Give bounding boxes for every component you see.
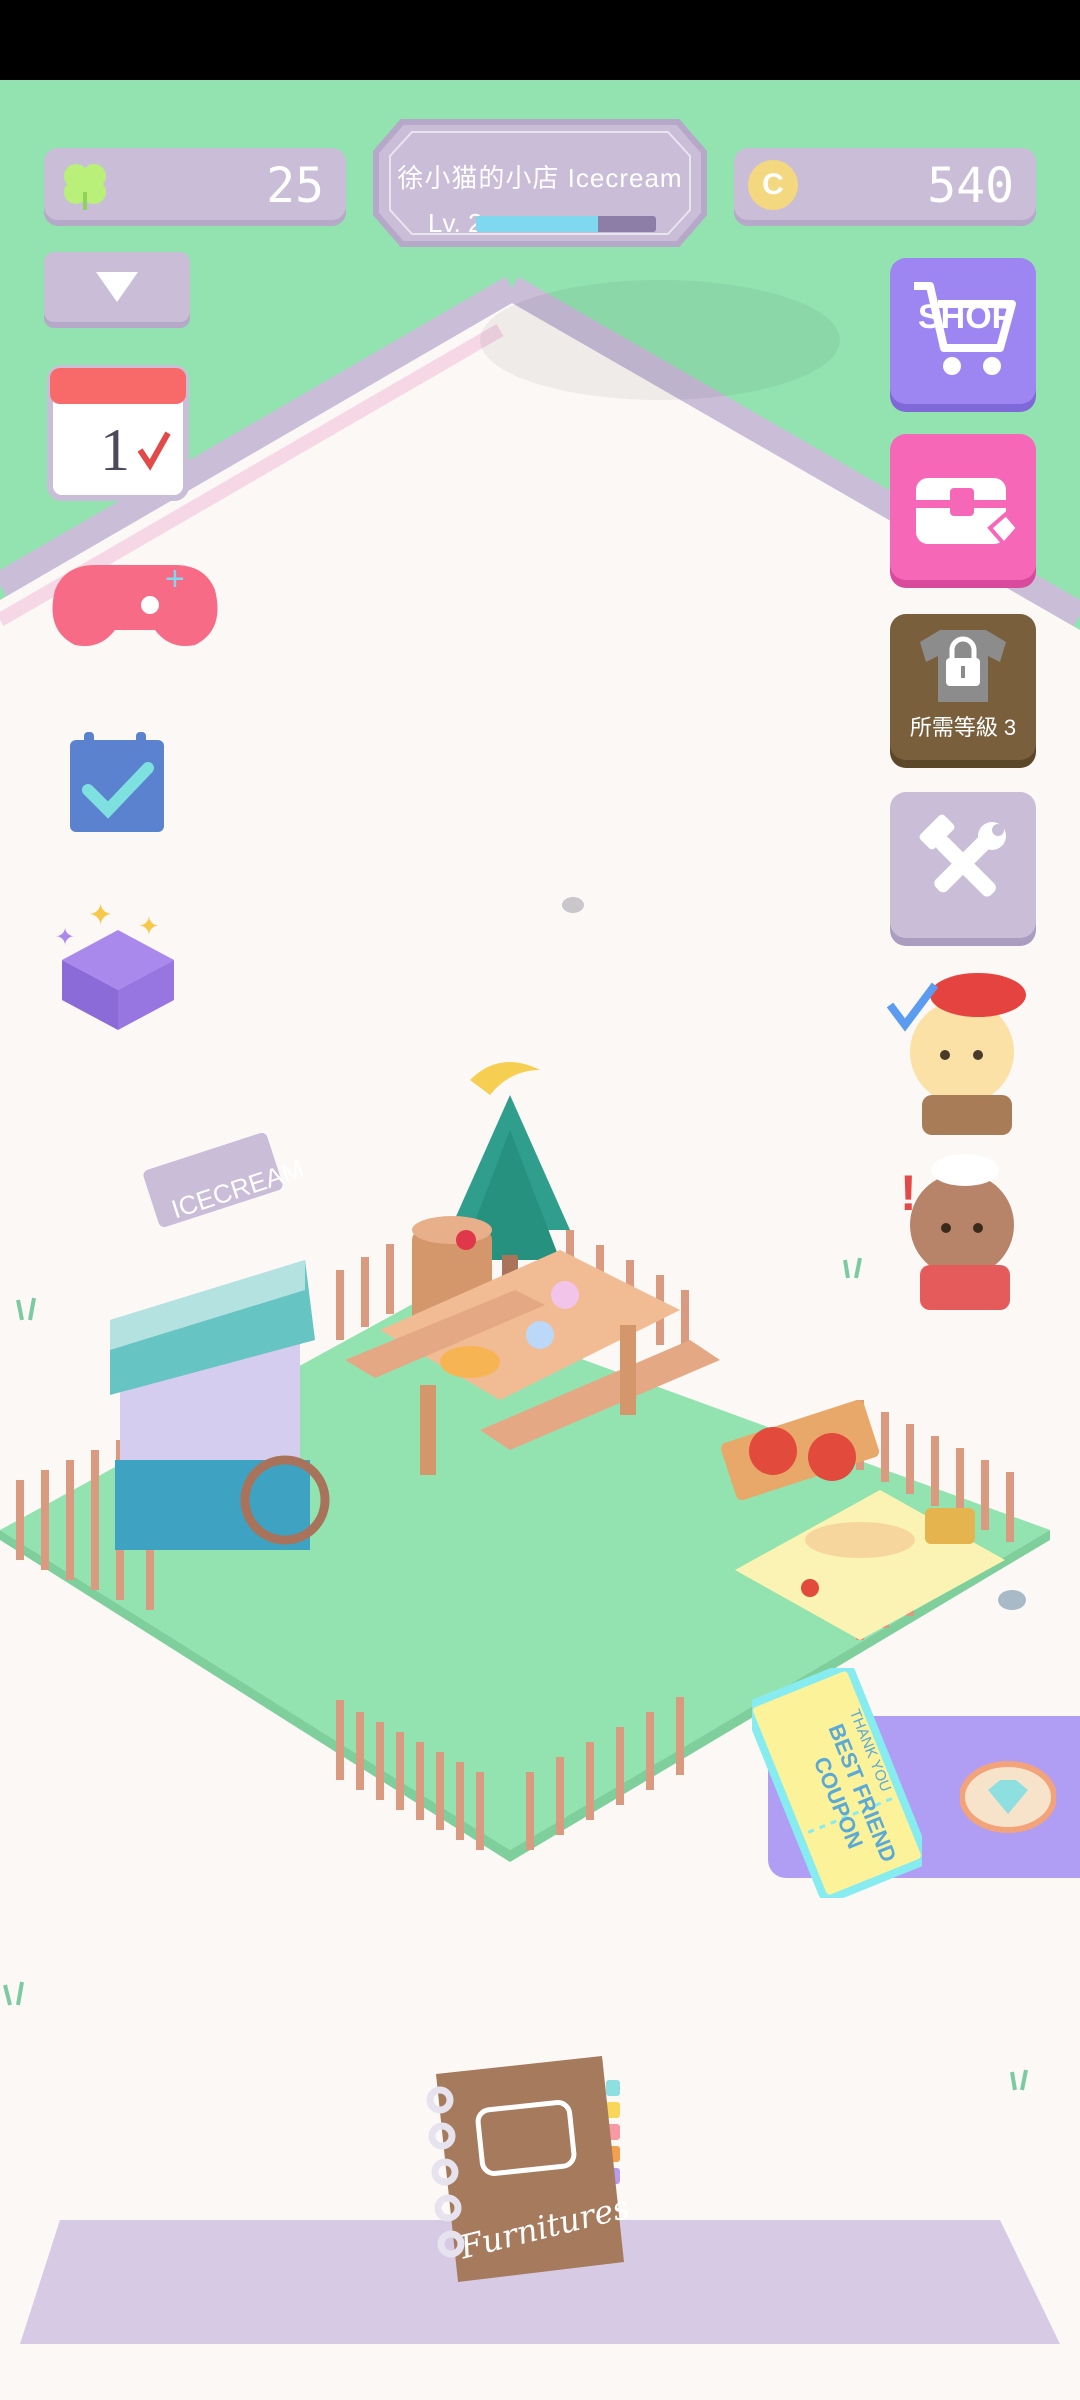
lock-level-label: 所需等級 3: [909, 715, 1017, 740]
treasure-chest-button[interactable]: [890, 434, 1036, 580]
triangle-down-icon: [96, 272, 138, 302]
shop-button[interactable]: SHOP: [890, 258, 1036, 404]
diamond-icon: [960, 1761, 1056, 1833]
cat-chef-button[interactable]: [880, 1150, 1040, 1320]
calendar-button[interactable]: [44, 360, 194, 505]
coin-count: 540: [927, 158, 1014, 214]
coupon-ticket[interactable]: BEST FRIEND COUPON THANK YOU: [745, 1663, 929, 1903]
shop-title-banner[interactable]: 徐小猫的小店 Icecream Lv. 2: [372, 118, 708, 248]
treasure-chest-icon: [916, 478, 1020, 548]
clover-icon: [64, 164, 106, 210]
clover-count: 25: [266, 158, 324, 214]
hammer-wrench-icon: [919, 814, 1006, 897]
tasks-button[interactable]: [60, 728, 170, 838]
clover-counter: 25: [44, 148, 346, 220]
pebble: [998, 1590, 1026, 1610]
coin-counter: C 540: [734, 148, 1036, 220]
lock-icon: [920, 630, 1006, 702]
cloud-shadow: [480, 280, 840, 400]
shop-name: 徐小猫的小店 Icecream: [397, 163, 683, 193]
status-bar: [0, 0, 1080, 80]
pebble: [562, 897, 584, 913]
shop-label: SHOP: [918, 298, 1015, 336]
minigame-button[interactable]: [44, 556, 194, 666]
xp-progress-bar: [476, 216, 656, 232]
locked-wardrobe-button[interactable]: 所需等級 3: [890, 614, 1036, 760]
dropdown-button[interactable]: [44, 252, 190, 322]
tools-button[interactable]: [890, 792, 1036, 938]
level-label: Lv. 2: [428, 208, 483, 238]
coin-icon: C: [748, 160, 798, 210]
xp-progress-fill: [476, 216, 599, 232]
dog-customer-button[interactable]: [880, 960, 1040, 1140]
gift-box-button[interactable]: [50, 896, 190, 1036]
furniture-book-button[interactable]: Furnitures: [418, 2050, 633, 2286]
